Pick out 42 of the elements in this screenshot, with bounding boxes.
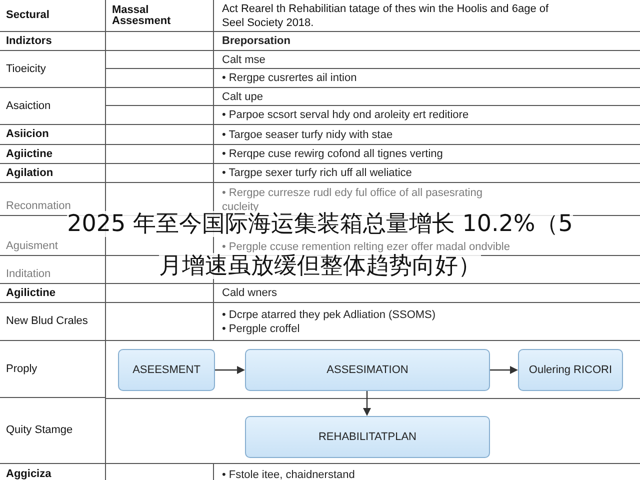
row-label: Tioeicity — [6, 62, 46, 76]
cell-text: • Targoe seaser turfy nidy with stae — [222, 128, 394, 142]
arrow-icon — [490, 365, 518, 375]
column-header: Sectural — [6, 8, 50, 24]
row-label: Agilictine — [6, 286, 56, 300]
flowchart-node: ASEESMENT — [118, 349, 215, 391]
cell-text: • Rergpe curresze rudl edy ful office of all pasesrating — [222, 186, 484, 200]
cell-text: Calt mse — [222, 52, 266, 66]
row-label: Indiztors — [6, 34, 52, 48]
cell-text: Breporsation — [222, 34, 292, 48]
row-label: Quity Stamge — [6, 423, 73, 438]
column-header: Massal Assesment — [112, 4, 172, 26]
cell-text: cucleity — [222, 200, 259, 213]
column-header: Seel Society 2018. — [222, 16, 315, 30]
cell-text: • Pergple ccuse remention relting ezer offer madal ondvible — [222, 240, 511, 254]
row-label: Aggiciza — [6, 468, 52, 480]
row-label: Inditation — [6, 268, 51, 281]
cell-text: • Rergpe cusrertes ail intion — [222, 71, 358, 85]
cell-text: • Dcrpe atarred they pek Adliation (SSOMS) — [222, 308, 437, 322]
flowchart-node: REHABILITATPLAN — [245, 416, 490, 458]
row-label: Proply — [6, 362, 38, 377]
row-label: New Blud Crales — [6, 315, 88, 328]
cell-text: Cald wners — [222, 286, 278, 300]
overlay-title: 月增速虽放缓但整体趋势向好） — [159, 253, 481, 279]
arrow-icon — [215, 365, 245, 375]
cell-text: • Parpoe scsort serval hdy ond aroleity ert reditiore — [222, 108, 470, 122]
flowchart-node: Oulering RICORI — [518, 349, 623, 391]
cell-text: • Fstole itee, chaidnerstand — [222, 468, 356, 480]
arrow-icon — [362, 391, 372, 416]
row-label: Agiictine — [6, 148, 52, 160]
column-header: Act Rearel th Rehabilitian tatage of thes win the Hoolis and 6age of — [222, 2, 550, 16]
flowchart-node: ASSESIMATION — [245, 349, 490, 391]
row-label: Aguisment — [6, 240, 58, 253]
cell-text: Calt upe — [222, 90, 264, 104]
row-label: Reconmation — [6, 200, 71, 213]
cell-text: • Targpe sexer turfy rich uff all weliatice — [222, 166, 413, 180]
cell-text: • Pergple croffel — [222, 322, 301, 336]
overlay-title: 2025 年至今国际海运集装箱总量增长 10.2%（5 — [67, 211, 573, 237]
cell-text: • Rerqpe cuse rewirg cofond all tignes verting — [222, 147, 444, 161]
row-label: Agilation — [6, 166, 54, 180]
row-label: Asaiction — [6, 100, 51, 112]
row-label: Asiicion — [6, 128, 49, 141]
